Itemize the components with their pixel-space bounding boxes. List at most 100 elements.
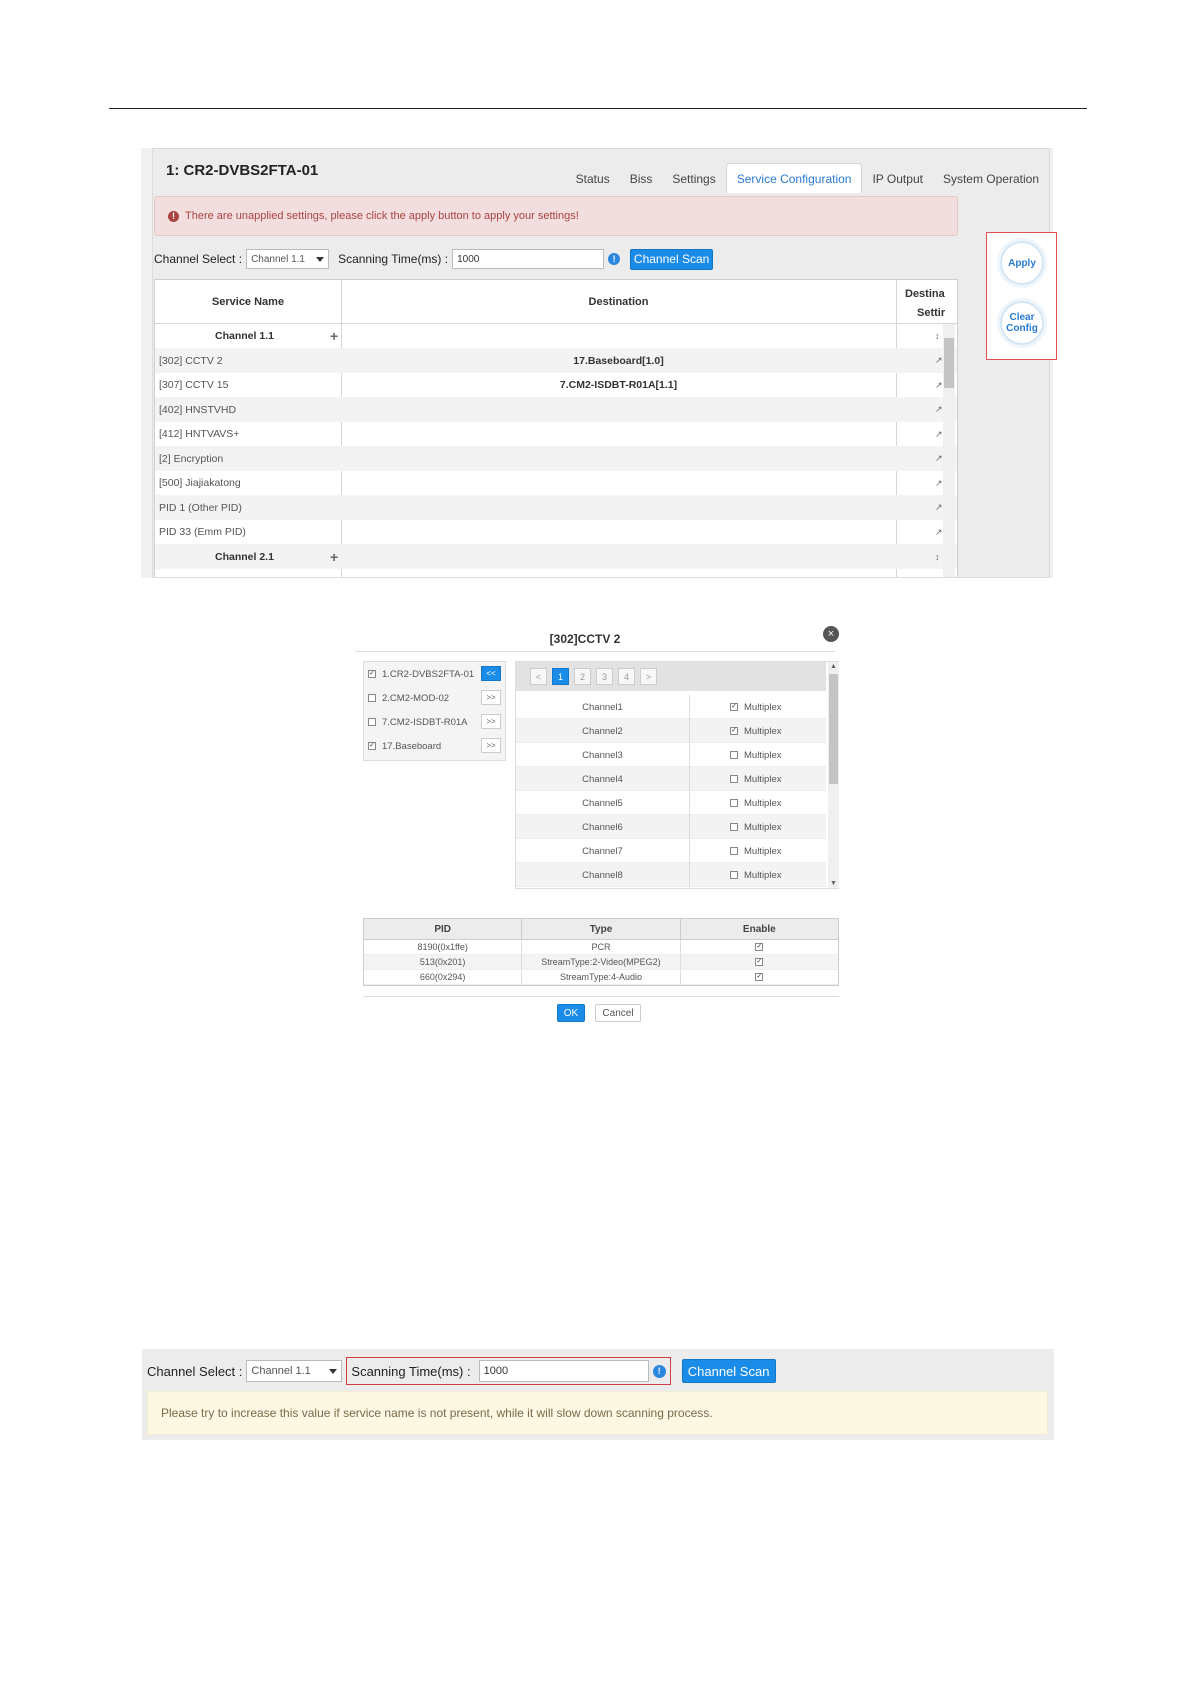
- edit-marker-icon[interactable]: ↗: [935, 373, 943, 397]
- plus-icon[interactable]: +: [330, 549, 338, 565]
- device-item[interactable]: 2.CM2-MOD-02 >>: [364, 686, 505, 710]
- tab-ip-output[interactable]: IP Output: [862, 164, 932, 193]
- page-button[interactable]: 1: [552, 668, 569, 685]
- device-item[interactable]: ✓ 1.CR2-DVBS2FTA-01 <<: [364, 662, 505, 686]
- edit-marker-icon[interactable]: ↗: [935, 471, 943, 495]
- edit-marker-icon[interactable]: ↗: [935, 398, 943, 422]
- apply-button[interactable]: Apply: [1000, 241, 1044, 285]
- multiplex-option[interactable]: ✓ Multiplex: [730, 719, 782, 743]
- collapse-marker-icon[interactable]: ↕: [935, 324, 940, 348]
- channel-scan-button[interactable]: Channel Scan: [630, 248, 714, 270]
- ok-button[interactable]: OK: [557, 1004, 585, 1022]
- scrollbar-thumb[interactable]: [944, 338, 954, 388]
- scroll-down-icon[interactable]: ▼: [830, 880, 837, 887]
- service-destination-dialog: [302]CCTV 2 × ✓ 1.CR2-DVBS2FTA-01 << 2.CM2-…: [355, 618, 843, 1030]
- plus-icon[interactable]: +: [330, 328, 338, 344]
- stream-type: StreamType:2-Video(MPEG2): [522, 955, 681, 969]
- edit-marker-icon[interactable]: ↗: [935, 422, 943, 446]
- service-row[interactable]: [402] HNSTVHD ↗: [155, 397, 957, 422]
- alert-text: There are unapplied settings, please cli…: [185, 210, 579, 222]
- service-row[interactable]: [412] HNTVAVS+ ↗: [155, 422, 957, 447]
- tab-settings[interactable]: Settings: [662, 164, 725, 193]
- multiplex-option[interactable]: Multiplex: [730, 863, 782, 887]
- collapse-marker-icon[interactable]: ↕: [935, 545, 940, 569]
- multiplex-option[interactable]: Multiplex: [730, 839, 782, 863]
- service-row[interactable]: PID 1 (Other PID) ↗: [155, 495, 957, 520]
- scrollbar-thumb[interactable]: [829, 674, 838, 784]
- device-checkbox[interactable]: [368, 718, 376, 726]
- dialog-divider: [363, 996, 839, 997]
- edit-marker-icon[interactable]: ↗: [935, 447, 943, 471]
- channel-group-row[interactable]: Channel 2.1 + ↕: [155, 544, 957, 569]
- multiplex-checkbox[interactable]: [730, 751, 738, 759]
- device-item[interactable]: 7.CM2-ISDBT-R01A >>: [364, 710, 505, 734]
- scanning-time-input[interactable]: 1000: [478, 1360, 649, 1382]
- device-item[interactable]: ✓ 17.Baseboard >>: [364, 734, 505, 758]
- page-button[interactable]: >: [640, 668, 657, 685]
- enable-checkbox[interactable]: ✓: [755, 958, 764, 966]
- multiplex-checkbox[interactable]: [730, 823, 738, 831]
- channel-panel: <1 2 3 4 > Channel1 ✓ Multiplex Channel2 ✓ Multip…: [515, 661, 839, 889]
- service-row[interactable]: [500] Jiajiakatong ↗: [155, 471, 957, 496]
- device-toggle-button[interactable]: >>: [481, 690, 501, 705]
- multiplex-option[interactable]: Multiplex: [730, 743, 782, 767]
- service-row[interactable]: [2] Encryption ↗: [155, 446, 957, 471]
- scroll-up-icon[interactable]: ▲: [830, 663, 837, 670]
- device-checkbox[interactable]: ✓: [368, 742, 376, 750]
- service-row[interactable]: PID 33 (Emm PID) ↗: [155, 520, 957, 545]
- tab-biss[interactable]: Biss: [620, 164, 663, 193]
- channel-row: Channel6 Multiplex: [516, 815, 826, 839]
- page-button[interactable]: <: [530, 668, 547, 685]
- channel-name: Channel8: [516, 863, 690, 887]
- device-toggle-button[interactable]: >>: [481, 714, 501, 729]
- edit-marker-icon[interactable]: ↗: [935, 496, 943, 520]
- destination-value: [341, 496, 896, 520]
- channel-scrollbar[interactable]: ▲ ▼: [828, 662, 839, 888]
- page-button[interactable]: 4: [618, 668, 635, 685]
- device-toggle-button[interactable]: <<: [481, 666, 501, 681]
- tab-status[interactable]: Status: [566, 164, 620, 193]
- channel-row: Channel7 Multiplex: [516, 839, 826, 863]
- multiplex-checkbox[interactable]: ✓: [730, 703, 738, 711]
- device-checkbox[interactable]: [368, 694, 376, 702]
- channel-group-name: Channel 1.1: [215, 330, 274, 342]
- close-icon[interactable]: ×: [823, 626, 839, 642]
- multiplex-checkbox[interactable]: [730, 775, 738, 783]
- clear-config-label-line2: Config: [1006, 323, 1038, 334]
- multiplex-checkbox[interactable]: [730, 871, 738, 879]
- channel-scan-button[interactable]: Channel Scan: [681, 1359, 776, 1383]
- device-checkbox[interactable]: ✓: [368, 670, 376, 678]
- multiplex-option[interactable]: Multiplex: [730, 815, 782, 839]
- multiplex-option[interactable]: Multiplex: [730, 791, 782, 815]
- channel-select[interactable]: Channel 1.1: [246, 1360, 343, 1382]
- edit-marker-icon[interactable]: ↗: [935, 520, 943, 544]
- tab-system-operation[interactable]: System Operation: [933, 164, 1049, 193]
- page-button[interactable]: 2: [574, 668, 591, 685]
- info-icon[interactable]: !: [652, 1364, 666, 1378]
- enable-checkbox[interactable]: ✓: [755, 943, 764, 951]
- multiplex-checkbox[interactable]: [730, 799, 738, 807]
- multiplex-label: Multiplex: [744, 845, 782, 857]
- cancel-button[interactable]: Cancel: [595, 1004, 641, 1022]
- channel-row: Channel1 ✓ Multiplex: [516, 695, 826, 719]
- device-list: ✓ 1.CR2-DVBS2FTA-01 << 2.CM2-MOD-02 >> 7.CM2-…: [363, 661, 506, 761]
- multiplex-option[interactable]: Multiplex: [730, 767, 782, 791]
- service-row[interactable]: [302] CCTV 2 17.Baseboard[1.0] ↗: [155, 348, 957, 373]
- multiplex-checkbox[interactable]: ✓: [730, 727, 738, 735]
- table-scrollbar[interactable]: [943, 324, 955, 577]
- enable-checkbox[interactable]: ✓: [755, 973, 764, 981]
- multiplex-checkbox[interactable]: [730, 847, 738, 855]
- scanning-time-input[interactable]: 1000: [452, 249, 605, 269]
- edit-marker-icon[interactable]: ↗: [935, 349, 943, 373]
- chevron-down-icon: [316, 256, 325, 262]
- multiplex-option[interactable]: ✓ Multiplex: [730, 695, 782, 719]
- service-row[interactable]: [307] CCTV 15 7.CM2-ISDBT-R01A[1.1] ↗: [155, 373, 957, 398]
- channel-group-row[interactable]: Channel 1.1 + ↕: [155, 324, 957, 349]
- channel-select[interactable]: Channel 1.1: [246, 249, 330, 269]
- device-toggle-button[interactable]: >>: [481, 738, 501, 753]
- page-button[interactable]: 3: [596, 668, 613, 685]
- clear-config-button[interactable]: Clear Config: [1000, 301, 1044, 345]
- pagination: <1 2 3 4 >: [516, 662, 826, 691]
- tab-service-configuration[interactable]: Service Configuration: [725, 163, 863, 193]
- info-icon[interactable]: !: [608, 253, 621, 265]
